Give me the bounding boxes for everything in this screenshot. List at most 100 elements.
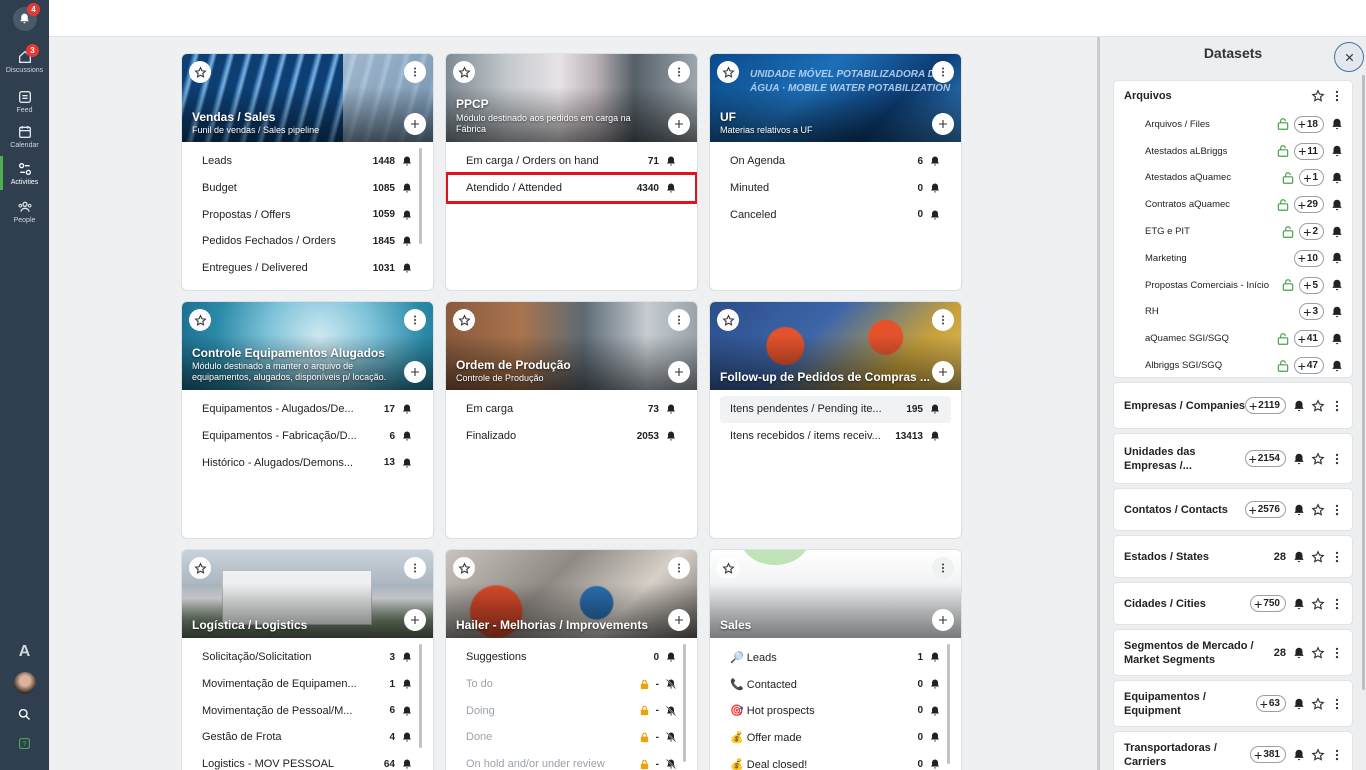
sidebar-item-calendar[interactable]: Calendar xyxy=(0,124,49,149)
workspace-card[interactable]: Sales 🔎 Leads 1 📞 Contacted 0 🎯 Hot prospe… xyxy=(709,549,962,770)
bell-icon[interactable] xyxy=(1292,748,1306,762)
bell-icon[interactable] xyxy=(401,731,413,743)
add-count-pill[interactable]: +2154 xyxy=(1244,450,1286,467)
more-vertical-icon[interactable] xyxy=(1330,399,1344,413)
bell-icon[interactable] xyxy=(1292,503,1306,517)
card-menu-button[interactable] xyxy=(404,309,426,331)
add-count-pill[interactable]: +2119 xyxy=(1245,397,1286,414)
workspace-card[interactable]: Logística / Logistics Solicitação/Solici… xyxy=(181,549,434,770)
add-button[interactable] xyxy=(668,361,690,383)
bell-icon[interactable] xyxy=(929,209,941,221)
card-menu-button[interactable] xyxy=(404,557,426,579)
search-button[interactable] xyxy=(0,707,49,724)
list-item[interactable]: On Agenda 6 xyxy=(720,148,951,175)
dataset-group-arquivos[interactable]: Arquivos Arquivos / Files +18 Atestados aL… xyxy=(1113,80,1353,378)
dataset-item[interactable]: Arquivos / Files +18 xyxy=(1114,111,1352,138)
favorite-button[interactable] xyxy=(189,557,211,579)
dataset-item[interactable]: Atestados aLBriggs +11 xyxy=(1114,138,1352,165)
bell-icon[interactable] xyxy=(929,758,941,770)
more-vertical-icon[interactable] xyxy=(1330,597,1344,611)
list-item[interactable]: Minuted 0 xyxy=(720,175,951,202)
bell-icon[interactable] xyxy=(1292,597,1306,611)
workspace-card[interactable]: Vendas / Sales Funil de vendas / Sales p… xyxy=(181,53,434,291)
list-item[interactable]: Done - xyxy=(456,724,687,751)
user-avatar[interactable] xyxy=(0,672,49,694)
list-item[interactable]: Suggestions 0 xyxy=(456,644,687,671)
dataset-card[interactable]: Empresas / Companies +2119 xyxy=(1113,382,1353,429)
sidebar-item-discussions[interactable]: Discussions 3 xyxy=(0,44,49,74)
panel-scrollbar[interactable] xyxy=(1362,75,1365,690)
bell-icon[interactable] xyxy=(1292,646,1306,660)
list-item[interactable]: Movimentação de Pessoal/M... 6 xyxy=(192,697,423,724)
list-item[interactable]: 🔎 Leads 1 xyxy=(720,644,951,671)
dataset-item[interactable]: Contratos aQuamec +29 xyxy=(1114,191,1352,218)
bell-icon[interactable] xyxy=(929,651,941,663)
add-button[interactable] xyxy=(404,361,426,383)
add-button[interactable] xyxy=(932,361,954,383)
bell-icon[interactable] xyxy=(929,155,941,167)
dataset-card[interactable]: Unidades das Empresas /... +2154 xyxy=(1113,433,1353,484)
bell-icon[interactable] xyxy=(401,235,413,247)
bell-icon[interactable] xyxy=(929,182,941,194)
list-item[interactable]: Budget 1085 xyxy=(192,175,423,202)
star-icon[interactable] xyxy=(1311,696,1325,711)
add-count-pill[interactable]: +750 xyxy=(1250,595,1286,612)
list-item[interactable]: Propostas / Offers 1059 xyxy=(192,201,423,228)
bell-icon[interactable] xyxy=(401,705,413,717)
star-icon[interactable] xyxy=(1311,549,1325,564)
workspace-card[interactable]: PPCP Módulo destinado aos pedidos em car… xyxy=(445,53,698,291)
help-button[interactable]: ? xyxy=(0,737,49,752)
bell-off-icon[interactable] xyxy=(665,758,677,770)
dataset-item[interactable]: Marketing +10 xyxy=(1114,245,1352,272)
add-count-pill[interactable]: +29 xyxy=(1293,196,1324,214)
list-item[interactable]: To do - xyxy=(456,671,687,698)
star-icon[interactable] xyxy=(1311,747,1325,762)
bell-icon[interactable] xyxy=(1330,278,1344,292)
bell-icon[interactable] xyxy=(929,430,941,442)
star-icon[interactable] xyxy=(1311,89,1325,103)
add-count-pill[interactable]: +381 xyxy=(1250,746,1286,763)
bell-icon[interactable] xyxy=(401,758,413,770)
bell-icon[interactable] xyxy=(1330,225,1344,239)
bell-icon[interactable] xyxy=(929,731,941,743)
bell-icon[interactable] xyxy=(1330,144,1344,158)
add-button[interactable] xyxy=(668,113,690,135)
bell-icon[interactable] xyxy=(665,651,677,663)
more-vertical-icon[interactable] xyxy=(1330,503,1344,517)
bell-icon[interactable] xyxy=(1330,305,1344,319)
favorite-button[interactable] xyxy=(453,61,475,83)
add-button[interactable] xyxy=(404,609,426,631)
sidebar-item-feed[interactable]: Feed xyxy=(0,89,49,114)
bell-icon[interactable] xyxy=(1330,198,1344,212)
workspace-card[interactable]: Hailer - Melhorias / Improvements Sugges… xyxy=(445,549,698,770)
bell-off-icon[interactable] xyxy=(665,731,677,743)
favorite-button[interactable] xyxy=(189,61,211,83)
bell-icon[interactable] xyxy=(1292,697,1306,711)
dataset-item[interactable]: Atestados aQuamec +1 xyxy=(1114,165,1352,192)
dataset-card[interactable]: Equipamentos / Equipment +63 xyxy=(1113,680,1353,727)
card-menu-button[interactable] xyxy=(932,309,954,331)
bell-icon[interactable] xyxy=(401,262,413,274)
favorite-button[interactable] xyxy=(453,557,475,579)
bell-off-icon[interactable] xyxy=(665,678,677,690)
list-item[interactable]: Canceled 0 xyxy=(720,201,951,228)
card-menu-button[interactable] xyxy=(668,309,690,331)
favorite-button[interactable] xyxy=(189,309,211,331)
star-icon[interactable] xyxy=(1311,596,1325,611)
add-count-pill[interactable]: +2 xyxy=(1299,223,1324,241)
list-item[interactable]: 📞 Contacted 0 xyxy=(720,671,951,698)
add-count-pill[interactable]: +3 xyxy=(1299,303,1324,321)
list-item[interactable]: Gestão de Frota 4 xyxy=(192,724,423,751)
more-vertical-icon[interactable] xyxy=(1330,89,1344,103)
bell-icon[interactable] xyxy=(1330,332,1344,346)
card-menu-button[interactable] xyxy=(932,557,954,579)
list-item[interactable]: Itens pendentes / Pending ite... 195 xyxy=(720,396,951,423)
add-button[interactable] xyxy=(932,609,954,631)
sidebar-item-people[interactable]: People xyxy=(0,199,49,224)
add-count-pill[interactable]: +5 xyxy=(1299,276,1324,294)
bell-icon[interactable] xyxy=(929,705,941,717)
favorite-button[interactable] xyxy=(453,309,475,331)
dataset-item[interactable]: Albriggs SGI/SGQ +47 xyxy=(1114,352,1352,379)
bell-icon[interactable] xyxy=(401,403,413,415)
close-panel-button[interactable] xyxy=(1334,42,1364,72)
